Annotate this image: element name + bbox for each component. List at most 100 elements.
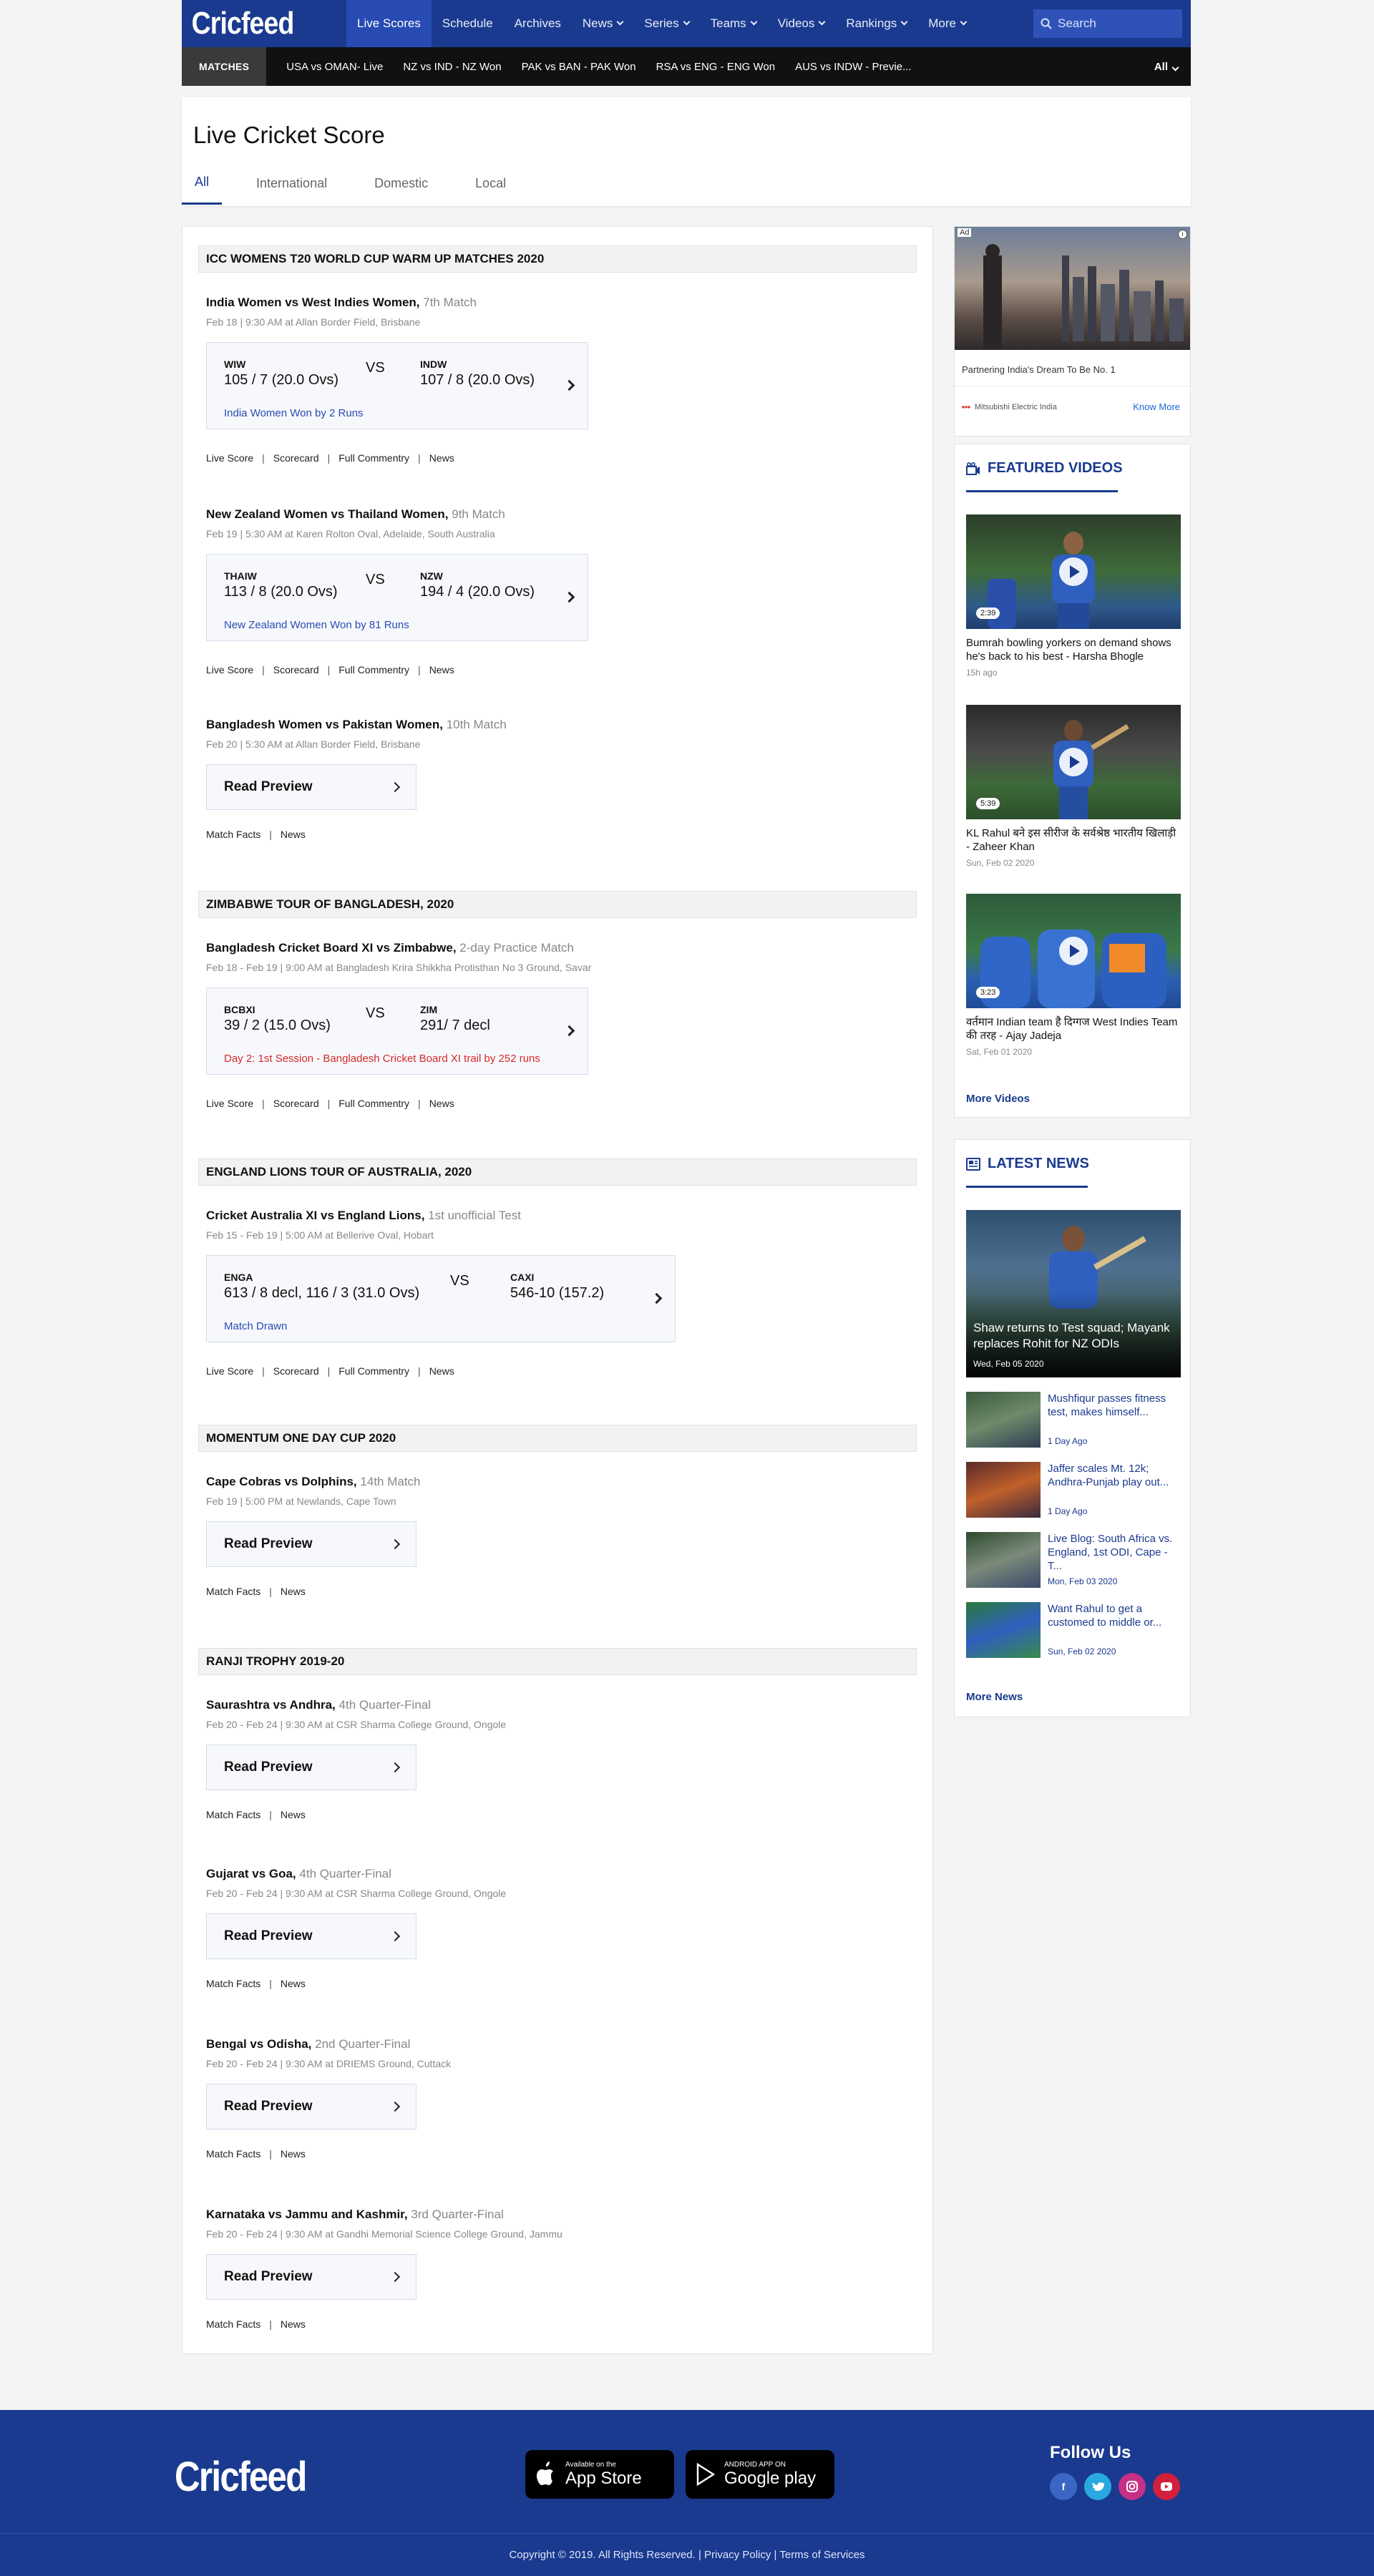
search-input[interactable]: Search bbox=[1033, 9, 1182, 38]
video-thumbnail[interactable]: 2:39 bbox=[966, 514, 1181, 629]
strip-match[interactable]: PAK vs BAN - PAK Won bbox=[502, 61, 636, 73]
read-preview-button[interactable]: Read Preview bbox=[206, 1745, 416, 1790]
match-title[interactable]: Karnataka vs Jammu and Kashmir, 3rd Quar… bbox=[206, 2207, 915, 2222]
score-box[interactable]: BCBXI 39 / 2 (15.0 Ovs) VS ZIM 291/ 7 decl… bbox=[206, 987, 588, 1075]
news-item[interactable]: Mushfiqur passes fitness test, makes him… bbox=[966, 1392, 1181, 1449]
tab-domestic[interactable]: Domestic bbox=[361, 162, 441, 205]
match-title[interactable]: Cape Cobras vs Dolphins, 14th Match bbox=[206, 1475, 915, 1489]
match-title[interactable]: India Women vs West Indies Women, 7th Ma… bbox=[206, 296, 915, 310]
link-match-facts[interactable]: Match Facts bbox=[206, 1978, 260, 1989]
link-match-facts[interactable]: Match Facts bbox=[206, 829, 260, 840]
link-news[interactable]: News bbox=[429, 1365, 454, 1377]
read-preview-button[interactable]: Read Preview bbox=[206, 764, 416, 810]
link-scorecard[interactable]: Scorecard bbox=[273, 1365, 319, 1377]
link-commentary[interactable]: Full Commentry bbox=[338, 664, 409, 675]
play-icon[interactable] bbox=[1059, 937, 1088, 965]
link-news[interactable]: News bbox=[281, 829, 306, 840]
ad-card[interactable]: Ad i Partnering India's Dream To Be No. … bbox=[954, 226, 1191, 436]
strip-match[interactable]: RSA vs ENG - ENG Won bbox=[636, 61, 775, 73]
link-live-score[interactable]: Live Score bbox=[206, 1365, 253, 1377]
news-item[interactable]: Want Rahul to get a customed to middle o… bbox=[966, 1602, 1181, 1659]
nav-archives[interactable]: Archives bbox=[504, 0, 572, 47]
tab-local[interactable]: Local bbox=[462, 162, 519, 205]
video-thumbnail[interactable]: 3:23 bbox=[966, 894, 1181, 1008]
tab-all[interactable]: All bbox=[182, 162, 223, 205]
facebook-icon[interactable]: f bbox=[1050, 2473, 1077, 2500]
read-preview-button[interactable]: Read Preview bbox=[206, 1521, 416, 1567]
link-news[interactable]: News bbox=[281, 2148, 306, 2160]
news-title[interactable]: Live Blog: South Africa vs. England, 1st… bbox=[1048, 1532, 1181, 1573]
lead-news-card[interactable]: Shaw returns to Test squad; Mayank repla… bbox=[966, 1210, 1181, 1377]
news-thumbnail[interactable] bbox=[966, 1392, 1041, 1448]
video-title[interactable]: Bumrah bowling yorkers on demand shows h… bbox=[966, 636, 1181, 663]
link-news[interactable]: News bbox=[281, 1809, 306, 1820]
logo[interactable]: Cricfeed bbox=[182, 6, 322, 42]
footer-logo[interactable]: Cricfeed bbox=[175, 2453, 307, 2501]
link-scorecard[interactable]: Scorecard bbox=[273, 1098, 319, 1109]
read-preview-button[interactable]: Read Preview bbox=[206, 2084, 416, 2129]
video-title[interactable]: वर्तमान Indian team है दिग्गज West Indie… bbox=[966, 1015, 1181, 1043]
link-match-facts[interactable]: Match Facts bbox=[206, 1586, 260, 1597]
link-commentary[interactable]: Full Commentry bbox=[338, 452, 409, 464]
match-title[interactable]: Gujarat vs Goa, 4th Quarter-Final bbox=[206, 1867, 915, 1881]
link-match-facts[interactable]: Match Facts bbox=[206, 2318, 260, 2330]
link-news[interactable]: News bbox=[429, 1098, 454, 1109]
match-title[interactable]: New Zealand Women vs Thailand Women, 9th… bbox=[206, 507, 915, 522]
match-title[interactable]: Saurashtra vs Andhra, 4th Quarter-Final bbox=[206, 1698, 915, 1712]
score-box[interactable]: THAIW 113 / 8 (20.0 Ovs) VS NZW 194 / 4 (2… bbox=[206, 554, 588, 641]
link-commentary[interactable]: Full Commentry bbox=[338, 1365, 409, 1377]
strip-match[interactable]: NZ vs IND - NZ Won bbox=[383, 61, 501, 73]
match-title[interactable]: Cricket Australia XI vs England Lions, 1… bbox=[206, 1209, 915, 1223]
score-box[interactable]: WIW 105 / 7 (20.0 Ovs) VS INDW 107 / 8 (20… bbox=[206, 342, 588, 429]
know-more-link[interactable]: Know More bbox=[1133, 401, 1180, 412]
instagram-icon[interactable] bbox=[1119, 2473, 1146, 2500]
nav-videos[interactable]: Videos bbox=[767, 0, 836, 47]
news-thumbnail[interactable] bbox=[966, 1462, 1041, 1518]
news-title[interactable]: Want Rahul to get a customed to middle o… bbox=[1048, 1602, 1181, 1629]
app-store-button[interactable]: Available on the App Store bbox=[525, 2450, 674, 2499]
more-videos-link[interactable]: More Videos bbox=[966, 1093, 1030, 1105]
youtube-icon[interactable] bbox=[1153, 2473, 1180, 2500]
link-match-facts[interactable]: Match Facts bbox=[206, 1809, 260, 1820]
nav-news[interactable]: News bbox=[572, 0, 634, 47]
link-scorecard[interactable]: Scorecard bbox=[273, 664, 319, 675]
nav-more[interactable]: More bbox=[917, 0, 977, 47]
match-title[interactable]: Bangladesh Cricket Board XI vs Zimbabwe,… bbox=[206, 941, 915, 955]
nav-live-scores[interactable]: Live Scores bbox=[346, 0, 432, 47]
video-card[interactable]: 3:23 वर्तमान Indian team है दिग्गज West … bbox=[966, 894, 1181, 1057]
link-news[interactable]: News bbox=[281, 1978, 306, 1989]
match-title[interactable]: Bengal vs Odisha, 2nd Quarter-Final bbox=[206, 2037, 915, 2051]
video-card[interactable]: 5:39 KL Rahul बने इस सीरीज के सर्वश्रेष्… bbox=[966, 705, 1181, 868]
match-title[interactable]: Bangladesh Women vs Pakistan Women, 10th… bbox=[206, 718, 915, 732]
link-live-score[interactable]: Live Score bbox=[206, 1098, 253, 1109]
read-preview-button[interactable]: Read Preview bbox=[206, 1913, 416, 1959]
link-match-facts[interactable]: Match Facts bbox=[206, 2148, 260, 2160]
strip-match[interactable]: AUS vs INDW - Previe... bbox=[775, 61, 912, 73]
news-item[interactable]: Jaffer scales Mt. 12k; Andhra-Punjab pla… bbox=[966, 1462, 1181, 1519]
link-news[interactable]: News bbox=[429, 452, 454, 464]
video-card[interactable]: 2:39 Bumrah bowling yorkers on demand sh… bbox=[966, 514, 1181, 678]
play-icon[interactable] bbox=[1059, 748, 1088, 776]
ad-image[interactable] bbox=[955, 227, 1190, 350]
link-scorecard[interactable]: Scorecard bbox=[273, 452, 319, 464]
link-live-score[interactable]: Live Score bbox=[206, 664, 253, 675]
link-news[interactable]: News bbox=[429, 664, 454, 675]
nav-schedule[interactable]: Schedule bbox=[432, 0, 504, 47]
google-play-button[interactable]: ANDROID APP ON Google play bbox=[686, 2450, 834, 2499]
read-preview-button[interactable]: Read Preview bbox=[206, 2254, 416, 2300]
news-title[interactable]: Mushfiqur passes fitness test, makes him… bbox=[1048, 1392, 1181, 1419]
news-title[interactable]: Jaffer scales Mt. 12k; Andhra-Punjab pla… bbox=[1048, 1462, 1181, 1489]
news-thumbnail[interactable] bbox=[966, 1602, 1041, 1658]
video-title[interactable]: KL Rahul बने इस सीरीज के सर्वश्रेष्ठ भार… bbox=[966, 826, 1181, 854]
link-news[interactable]: News bbox=[281, 2318, 306, 2330]
news-thumbnail[interactable] bbox=[966, 1532, 1041, 1588]
twitter-icon[interactable] bbox=[1084, 2473, 1111, 2500]
link-live-score[interactable]: Live Score bbox=[206, 452, 253, 464]
ad-headline[interactable]: Partnering India's Dream To Be No. 1 bbox=[962, 364, 1116, 375]
video-thumbnail[interactable]: 5:39 bbox=[966, 705, 1181, 819]
tab-international[interactable]: International bbox=[243, 162, 340, 205]
link-commentary[interactable]: Full Commentry bbox=[338, 1098, 409, 1109]
strip-match[interactable]: USA vs OMAN- Live bbox=[266, 61, 383, 73]
lead-news-title[interactable]: Shaw returns to Test squad; Mayank repla… bbox=[973, 1320, 1181, 1352]
play-icon[interactable] bbox=[1059, 557, 1088, 586]
